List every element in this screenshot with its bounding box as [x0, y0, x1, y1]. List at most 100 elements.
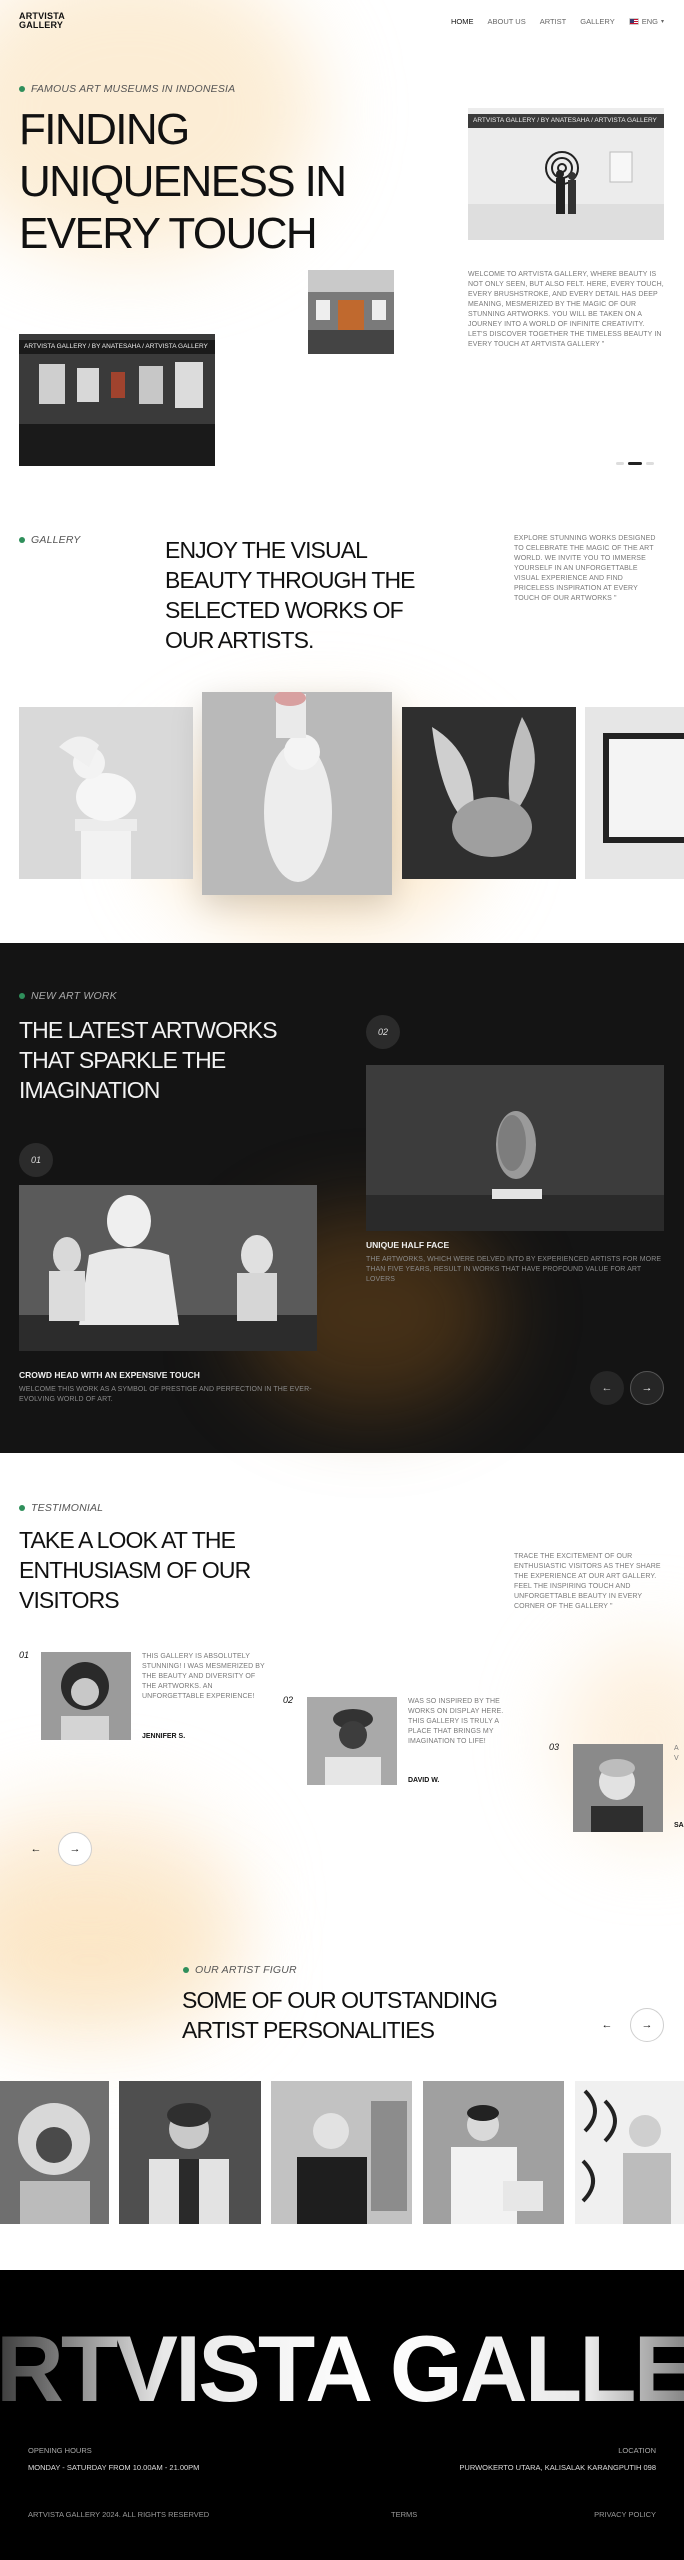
gallery-title-line-3: SELECTED WORKS OF — [165, 597, 404, 623]
testimonial-avatar-1 — [41, 1652, 131, 1740]
arrow-left-icon: ← — [30, 1843, 42, 1855]
new-art-title-line-3: IMAGINATION — [19, 1077, 160, 1103]
artists-title: SOME OF OUR OUTSTANDING ARTIST PERSONALI… — [182, 1985, 498, 2045]
gallery-description: EXPLORE STUNNING WORKS DESIGNED TO CELEB… — [514, 535, 656, 602]
nav-about[interactable]: ABOUT US — [488, 17, 526, 26]
arrow-right-icon: → — [641, 1382, 653, 1394]
logo[interactable]: ARTVISTA GALLERY — [19, 12, 65, 30]
artists-title-line-1: SOME OF OUR OUTSTANDING — [182, 1987, 498, 2013]
artwork-prev-button[interactable]: ← — [590, 1371, 624, 1405]
page: ARTVISTA GALLERY HOME ABOUT US ARTIST GA… — [0, 0, 684, 2560]
footer-hours-value: MONDAY - SATURDAY FROM 10.00AM - 21.00PM — [28, 2463, 200, 2472]
artist-photo-5[interactable] — [575, 2081, 684, 2224]
nav-links: HOME ABOUT US ARTIST GALLERY ENG ▾ — [451, 17, 664, 26]
artist-photo-4[interactable] — [423, 2081, 564, 2224]
footer: RTVISTA GALLER OPENING HOURS MONDAY - SA… — [0, 2270, 684, 2560]
artists-prev-button[interactable]: ← — [590, 2008, 624, 2042]
gallery-title-line-4: OUR ARTISTS. — [165, 627, 314, 653]
hero-slider-indicator[interactable] — [616, 462, 654, 465]
testimonial-eyebrow-text: TESTIMONIAL — [31, 1502, 104, 1514]
gallery-image-3[interactable] — [402, 707, 576, 879]
artists-eyebrow-text: OUR ARTIST FIGUR — [195, 1964, 297, 1976]
chevron-down-icon: ▾ — [660, 19, 664, 25]
sculpture-illustration — [19, 707, 193, 879]
testimonial-title: TAKE A LOOK AT THE ENTHUSIASM OF OUR VIS… — [19, 1525, 251, 1615]
hero-image-middle — [308, 270, 394, 354]
gallery-title-line-1: ENJOY THE VISUAL — [165, 537, 368, 563]
testimonial-quote-1: THIS GALLERY IS ABSOLUTELY STUNNING! I W… — [142, 1653, 265, 1700]
nav-home[interactable]: HOME — [451, 17, 474, 26]
artist-portrait — [0, 2081, 109, 2224]
artists-next-button[interactable]: → — [630, 2008, 664, 2042]
hero-title: FINDING UNIQUENESS IN EVERY TOUCH — [19, 104, 347, 260]
artwork-next-button[interactable]: → — [630, 1371, 664, 1405]
new-art-title: THE LATEST ARTWORKS THAT SPARKLE THE IMA… — [19, 1015, 278, 1105]
slider-dot-1[interactable] — [616, 462, 624, 465]
testimonial-title-line-1: TAKE A LOOK AT THE — [19, 1527, 236, 1553]
green-dot-icon — [183, 1967, 189, 1973]
footer-copyright: ARTVISTA GALLERY 2024. ALL RIGHTS RESERV… — [28, 2510, 210, 2519]
artwork-image-half-face[interactable] — [366, 1065, 664, 1231]
testimonial-next-button[interactable]: → — [58, 1832, 92, 1866]
gallery-image-4[interactable] — [585, 707, 684, 879]
testimonial-name-1: JENNIFER S. — [142, 1733, 186, 1740]
slider-dot-3[interactable] — [646, 462, 654, 465]
artist-photo-3[interactable] — [271, 2081, 412, 2224]
arrow-left-icon: ← — [601, 1382, 613, 1394]
bust-sculptures-illustration — [19, 1185, 317, 1351]
gallery-title-line-2: BEAUTY THROUGH THE — [165, 567, 416, 593]
gallery-image-2[interactable] — [202, 692, 392, 895]
hero-eyebrow: FAMOUS ART MUSEUMS IN INDONESIA — [19, 83, 235, 95]
artists-eyebrow: OUR ARTIST FIGUR — [183, 1964, 297, 1976]
artist-photo-2[interactable] — [119, 2081, 261, 2224]
footer-terms-link[interactable]: TERMS — [391, 2510, 417, 2519]
artwork-number-02: 02 — [366, 1015, 400, 1049]
language-label: ENG — [641, 17, 658, 26]
footer-hours-label: OPENING HOURS — [28, 2446, 92, 2455]
testimonial-number-3: 03 — [549, 1742, 560, 1752]
nav-gallery[interactable]: GALLERY — [580, 17, 614, 26]
arrow-right-icon: → — [69, 1843, 81, 1855]
artwork-image-crowd-head[interactable] — [19, 1185, 317, 1351]
testimonial-quote-3: A V — [674, 1745, 679, 1762]
gallery-eyebrow: GALLERY — [19, 534, 80, 546]
testimonial-title-line-2: ENTHUSIASM OF OUR — [19, 1557, 251, 1583]
hero-image-left-tag: ARTVISTA GALLERY / BY ANATESAHA / ARTVIS… — [19, 340, 215, 354]
artists-title-line-2: ARTIST PERSONALITIES — [182, 2017, 435, 2043]
nav-artist[interactable]: ARTIST — [540, 17, 567, 26]
avatar — [573, 1744, 663, 1832]
artist-portrait — [575, 2081, 684, 2224]
testimonial-avatar-2 — [307, 1697, 397, 1785]
arrow-left-icon: ← — [601, 2019, 613, 2031]
slider-dot-active[interactable] — [628, 462, 642, 465]
artist-portrait — [119, 2081, 261, 2224]
new-art-title-line-1: THE LATEST ARTWORKS — [19, 1017, 278, 1043]
new-artwork-section: NEW ART WORK THE LATEST ARTWORKS THAT SP… — [0, 943, 684, 1453]
avatar — [307, 1697, 397, 1785]
footer-location-label: LOCATION — [618, 2446, 656, 2455]
artwork-title-01: CROWD HEAD WITH AN EXPENSIVE TOUCH — [19, 1370, 200, 1380]
new-art-title-line-2: THAT SPARKLE THE — [19, 1047, 226, 1073]
testimonial-description: TRACE THE EXCITEMENT OF OUR ENTHUSIASTIC… — [514, 1553, 661, 1610]
testimonial-prev-button[interactable]: ← — [19, 1832, 53, 1866]
testimonial-avatar-3 — [573, 1744, 663, 1832]
testimonial-number-2: 02 — [283, 1695, 294, 1705]
gallery-interior-illustration — [308, 270, 394, 354]
avatar — [41, 1652, 131, 1740]
hero-title-line-2: UNIQUENESS IN — [19, 157, 347, 206]
green-dot-icon — [19, 993, 25, 999]
gallery-title: ENJOY THE VISUAL BEAUTY THROUGH THE SELE… — [165, 535, 416, 655]
testimonial-quote-2: WAS SO INSPIRED BY THE WORKS ON DISPLAY … — [408, 1698, 504, 1745]
top-nav: ARTVISTA GALLERY HOME ABOUT US ARTIST GA… — [0, 0, 684, 44]
testimonial-name-3: SA — [674, 1822, 684, 1829]
artwork-desc-01: WELCOME THIS WORK AS A SYMBOL OF PRESTIG… — [19, 1386, 312, 1403]
new-art-eyebrow: NEW ART WORK — [19, 990, 117, 1002]
footer-privacy-link[interactable]: PRIVACY POLICY — [594, 2510, 656, 2519]
artwork-desc-02: THE ARTWORKS, WHICH WERE DELVED INTO BY … — [366, 1256, 662, 1283]
hero-image-right: ARTVISTA GALLERY / BY ANATESAHA / ARTVIS… — [468, 108, 664, 240]
artwork-number-01: 01 — [19, 1143, 53, 1177]
language-selector[interactable]: ENG ▾ — [628, 17, 664, 26]
hero-eyebrow-text: FAMOUS ART MUSEUMS IN INDONESIA — [31, 83, 236, 95]
artist-photo-1[interactable] — [0, 2081, 109, 2224]
gallery-image-1[interactable] — [19, 707, 193, 879]
